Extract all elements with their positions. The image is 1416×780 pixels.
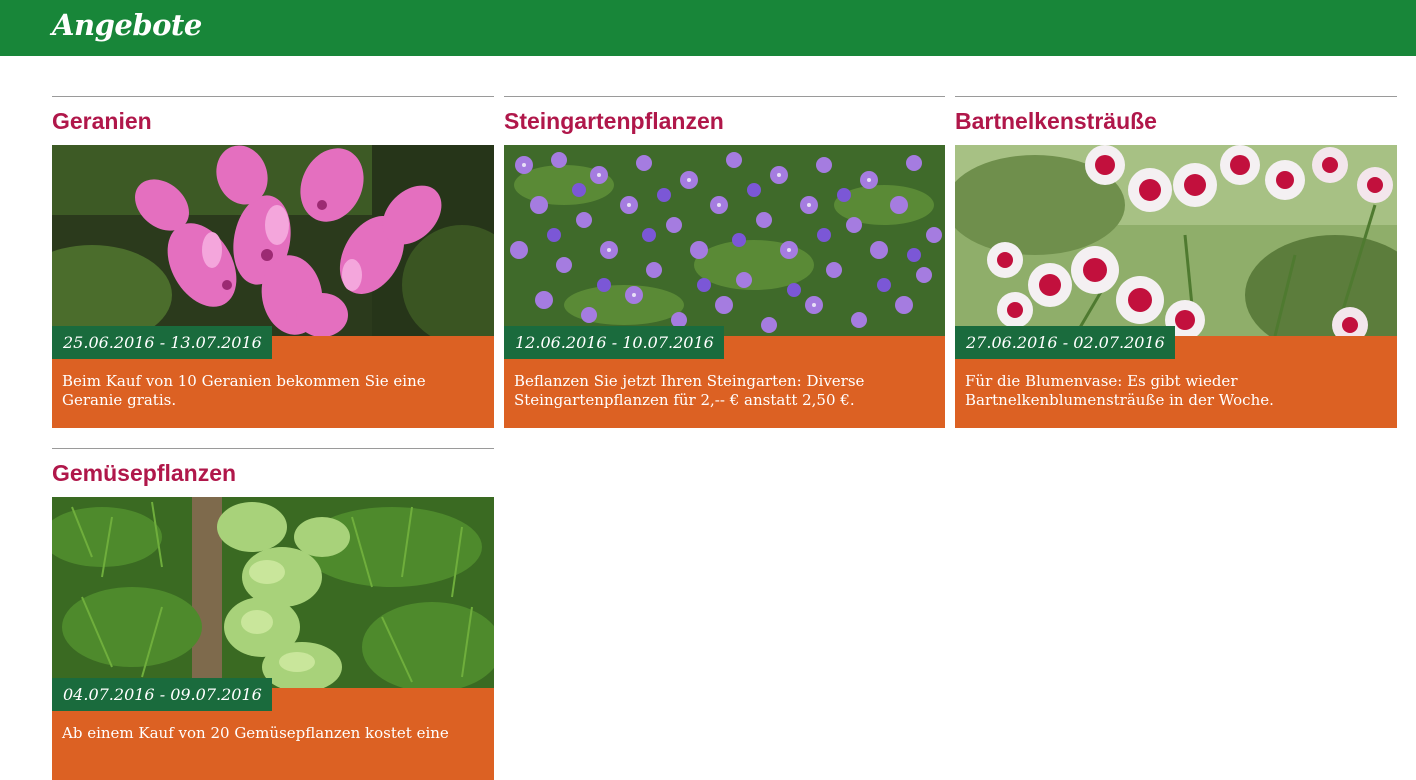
offer-title[interactable]: Steingartenpflanzen	[504, 97, 945, 145]
offer-description: Ab einem Kauf von 20 Gemüsepflanzen kost…	[62, 724, 449, 742]
offer-body: 25.06.2016 - 13.07.2016 Beim Kauf von 10…	[52, 326, 494, 428]
offer-title[interactable]: Geranien	[52, 97, 494, 145]
offer-description: Beflanzen Sie jetzt Ihren Steingarten: D…	[514, 372, 865, 409]
offer-card-geranien[interactable]: Geranien 25.06.2016 - 13.07.2016 Beim Ka…	[52, 96, 494, 428]
offer-card-steingartenpflanzen[interactable]: Steingartenpflanzen 12.06.2016 - 10.07.2…	[504, 96, 945, 428]
offer-body: 12.06.2016 - 10.07.2016 Beflanzen Sie je…	[504, 326, 945, 428]
date-badge: 12.06.2016 - 10.07.2016	[504, 326, 724, 359]
date-badge: 25.06.2016 - 13.07.2016	[52, 326, 272, 359]
sweet-william-photo[interactable]	[955, 145, 1397, 336]
offer-card-gemuesepflanzen[interactable]: Gemüsepflanzen 04.07.2016 - 09.07.2016 A…	[52, 448, 494, 780]
offer-body: 27.06.2016 - 02.07.2016 Für die Blumenva…	[955, 326, 1397, 428]
geranium-photo[interactable]	[52, 145, 494, 336]
vegetable-plants-photo[interactable]	[52, 497, 494, 688]
date-badge: 27.06.2016 - 02.07.2016	[955, 326, 1175, 359]
offer-title[interactable]: Bartnelkensträuße	[955, 97, 1397, 145]
page-title: Angebote	[52, 8, 202, 42]
offer-body: 04.07.2016 - 09.07.2016 Ab einem Kauf vo…	[52, 678, 494, 780]
header-bar: Angebote	[0, 0, 1416, 56]
offer-description: Beim Kauf von 10 Geranien bekommen Sie e…	[62, 372, 426, 409]
date-badge: 04.07.2016 - 09.07.2016	[52, 678, 272, 711]
offer-card-bartnelkenstraeusse[interactable]: Bartnelkensträuße 27.06.2016 - 02.07.201…	[955, 96, 1397, 428]
offer-title[interactable]: Gemüsepflanzen	[52, 449, 494, 497]
rock-garden-photo[interactable]	[504, 145, 945, 336]
offer-description: Für die Blumenvase: Es gibt wieder Bartn…	[965, 372, 1274, 409]
